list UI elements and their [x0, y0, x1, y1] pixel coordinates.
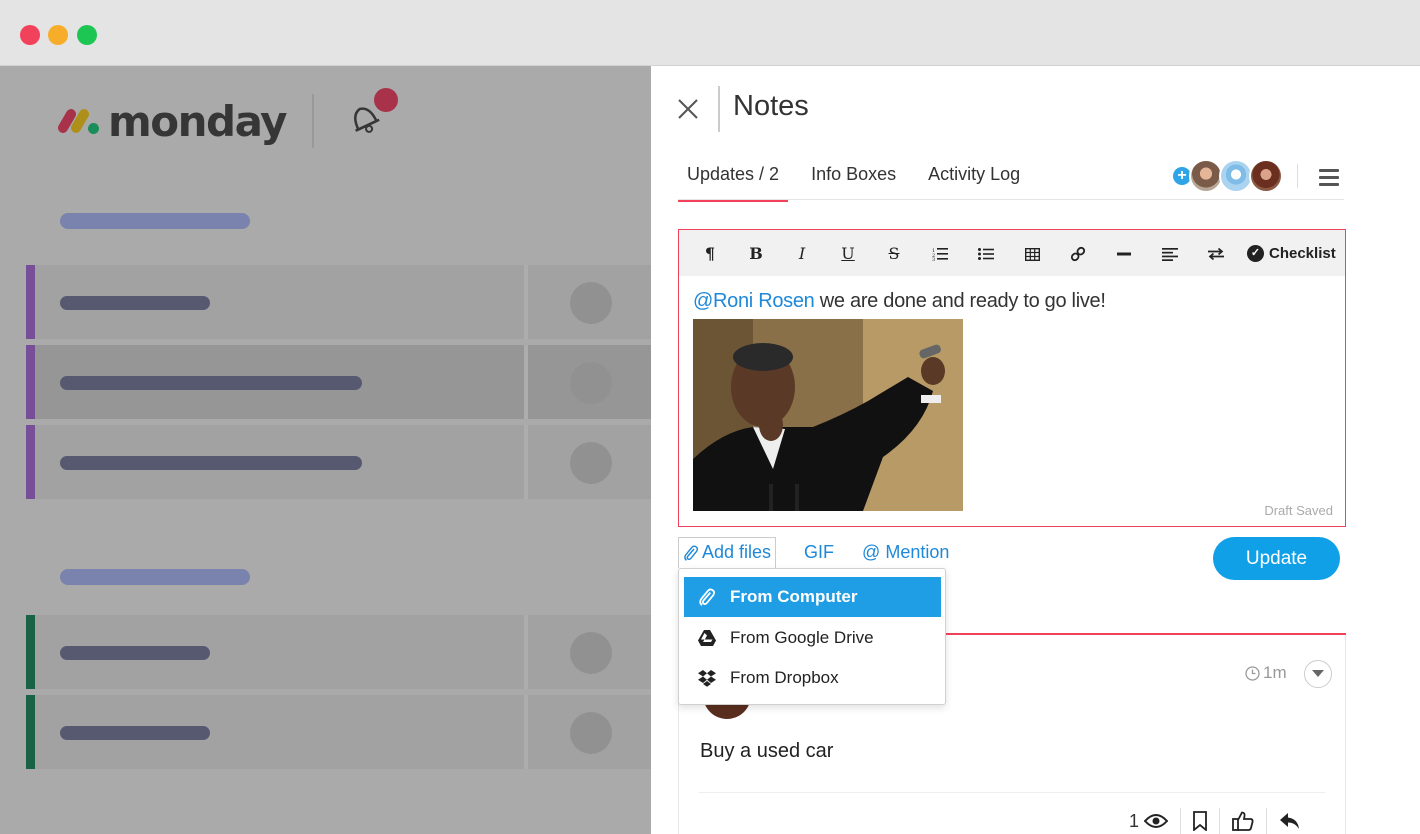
- person-avatar-placeholder: [570, 282, 612, 324]
- draft-status: Draft Saved: [1264, 503, 1333, 518]
- board-background: monday: [0, 66, 651, 834]
- board-row[interactable]: [26, 265, 651, 339]
- editor-body-text: we are done and ready to go live!: [814, 290, 1106, 312]
- menu-item-label: From Computer: [730, 587, 858, 606]
- editor-actions: Add files GIF @ Mention: [678, 537, 949, 568]
- checklist-button[interactable]: ✓ Checklist: [1247, 244, 1336, 262]
- menu-item-from-dropbox[interactable]: From Dropbox: [684, 658, 941, 698]
- window-minimize-button[interactable]: [48, 25, 68, 45]
- avatar[interactable]: [1249, 159, 1283, 193]
- post-body: Buy a used car: [700, 740, 834, 762]
- bullet-list-icon[interactable]: [963, 244, 1009, 263]
- close-icon[interactable]: [675, 96, 701, 122]
- notification-badge: [374, 88, 398, 112]
- menu-item-label: From Dropbox: [730, 668, 839, 687]
- post-time-text: 1m: [1263, 663, 1287, 682]
- board-row[interactable]: [26, 345, 651, 419]
- post-menu-button[interactable]: [1304, 660, 1332, 688]
- menu-icon[interactable]: [1319, 169, 1339, 186]
- subscribers-divider: [1297, 164, 1298, 188]
- italic-button[interactable]: I: [779, 244, 825, 263]
- avatar[interactable]: [1219, 159, 1253, 193]
- paperclip-icon: [699, 588, 715, 606]
- panel-title: Notes: [733, 90, 809, 122]
- menu-item-label: From Google Drive: [730, 628, 874, 647]
- update-button[interactable]: Update: [1213, 537, 1340, 580]
- person-avatar-placeholder: [570, 632, 612, 674]
- post-footer: 1: [1129, 807, 1301, 834]
- menu-item-from-google-drive[interactable]: From Google Drive: [684, 618, 941, 658]
- mention-button[interactable]: @ Mention: [862, 542, 949, 563]
- thumbs-up-icon[interactable]: [1232, 811, 1254, 831]
- gif-button[interactable]: GIF: [804, 542, 834, 563]
- gif-image: [693, 319, 963, 511]
- checklist-label: Checklist: [1269, 244, 1336, 262]
- align-left-icon[interactable]: [1147, 244, 1193, 263]
- tab-updates[interactable]: Updates / 2: [678, 161, 789, 202]
- google-drive-icon: [698, 630, 716, 646]
- table-icon[interactable]: [1009, 244, 1055, 263]
- tab-activity-log[interactable]: Activity Log: [919, 161, 1029, 202]
- editor-toolbar: ¶ B I U S 123 ✓ Checklist: [679, 230, 1345, 276]
- person-avatar-placeholder: [570, 442, 612, 484]
- post-divider: [699, 792, 1325, 793]
- paragraph-icon[interactable]: ¶: [687, 244, 733, 263]
- window-titlebar: [0, 0, 1420, 66]
- post-timestamp: 1m: [1245, 663, 1287, 683]
- link-icon[interactable]: [1055, 244, 1101, 263]
- footer-divider: [1266, 808, 1268, 834]
- update-editor[interactable]: ¶ B I U S 123 ✓ Checklist @Roni Rosen we…: [678, 229, 1346, 527]
- group-title-placeholder: [60, 213, 250, 229]
- window-close-button[interactable]: [20, 25, 40, 45]
- bold-button[interactable]: B: [733, 244, 779, 263]
- logo-text: monday: [108, 96, 288, 146]
- add-files-button[interactable]: Add files: [678, 537, 777, 568]
- tab-info-boxes[interactable]: Info Boxes: [802, 161, 905, 202]
- tabs-divider: [678, 199, 1344, 200]
- monday-logo: monday: [56, 96, 288, 146]
- add-files-label: Add files: [702, 542, 772, 562]
- bookmark-icon[interactable]: [1193, 811, 1207, 831]
- person-avatar-placeholder: [570, 712, 612, 754]
- board-row[interactable]: [26, 695, 651, 769]
- title-divider: [718, 86, 720, 132]
- person-avatar-placeholder: [570, 362, 612, 404]
- group-title-placeholder: [60, 569, 250, 585]
- check-circle-icon: ✓: [1247, 244, 1264, 262]
- board-row[interactable]: [26, 615, 651, 689]
- underline-button[interactable]: U: [825, 244, 871, 263]
- mention-link[interactable]: @Roni Rosen: [693, 290, 815, 312]
- text-direction-icon[interactable]: [1193, 244, 1239, 263]
- item-panel: Notes Updates / 2 Info Boxes Activity Lo…: [651, 66, 1420, 834]
- clock-icon: [1245, 665, 1260, 681]
- board-row[interactable]: [26, 425, 651, 499]
- avatar[interactable]: [1189, 159, 1223, 193]
- reply-icon[interactable]: [1279, 812, 1301, 830]
- paperclip-icon: [684, 544, 699, 561]
- chevron-down-icon: [1312, 670, 1324, 677]
- add-files-menu: From Computer From Google Drive From Dro…: [678, 568, 946, 705]
- footer-divider: [1180, 808, 1182, 834]
- eye-icon[interactable]: [1144, 813, 1169, 829]
- seen-count: 1: [1129, 810, 1140, 831]
- window-maximize-button[interactable]: [77, 25, 97, 45]
- numbered-list-icon[interactable]: 123: [917, 244, 963, 263]
- strikethrough-button[interactable]: S: [871, 244, 917, 263]
- subscribers: +: [1173, 159, 1298, 193]
- editor-content[interactable]: @Roni Rosen we are done and ready to go …: [693, 290, 1106, 313]
- monday-logo-mark: [56, 106, 102, 136]
- horizontal-rule-icon[interactable]: [1101, 244, 1147, 263]
- footer-divider: [1219, 808, 1221, 834]
- panel-tabs: Updates / 2 Info Boxes Activity Log: [678, 161, 1043, 202]
- svg-text:3: 3: [932, 257, 935, 261]
- header-divider: [312, 94, 314, 148]
- menu-item-from-computer[interactable]: From Computer: [684, 577, 941, 617]
- dropbox-icon: [698, 670, 716, 687]
